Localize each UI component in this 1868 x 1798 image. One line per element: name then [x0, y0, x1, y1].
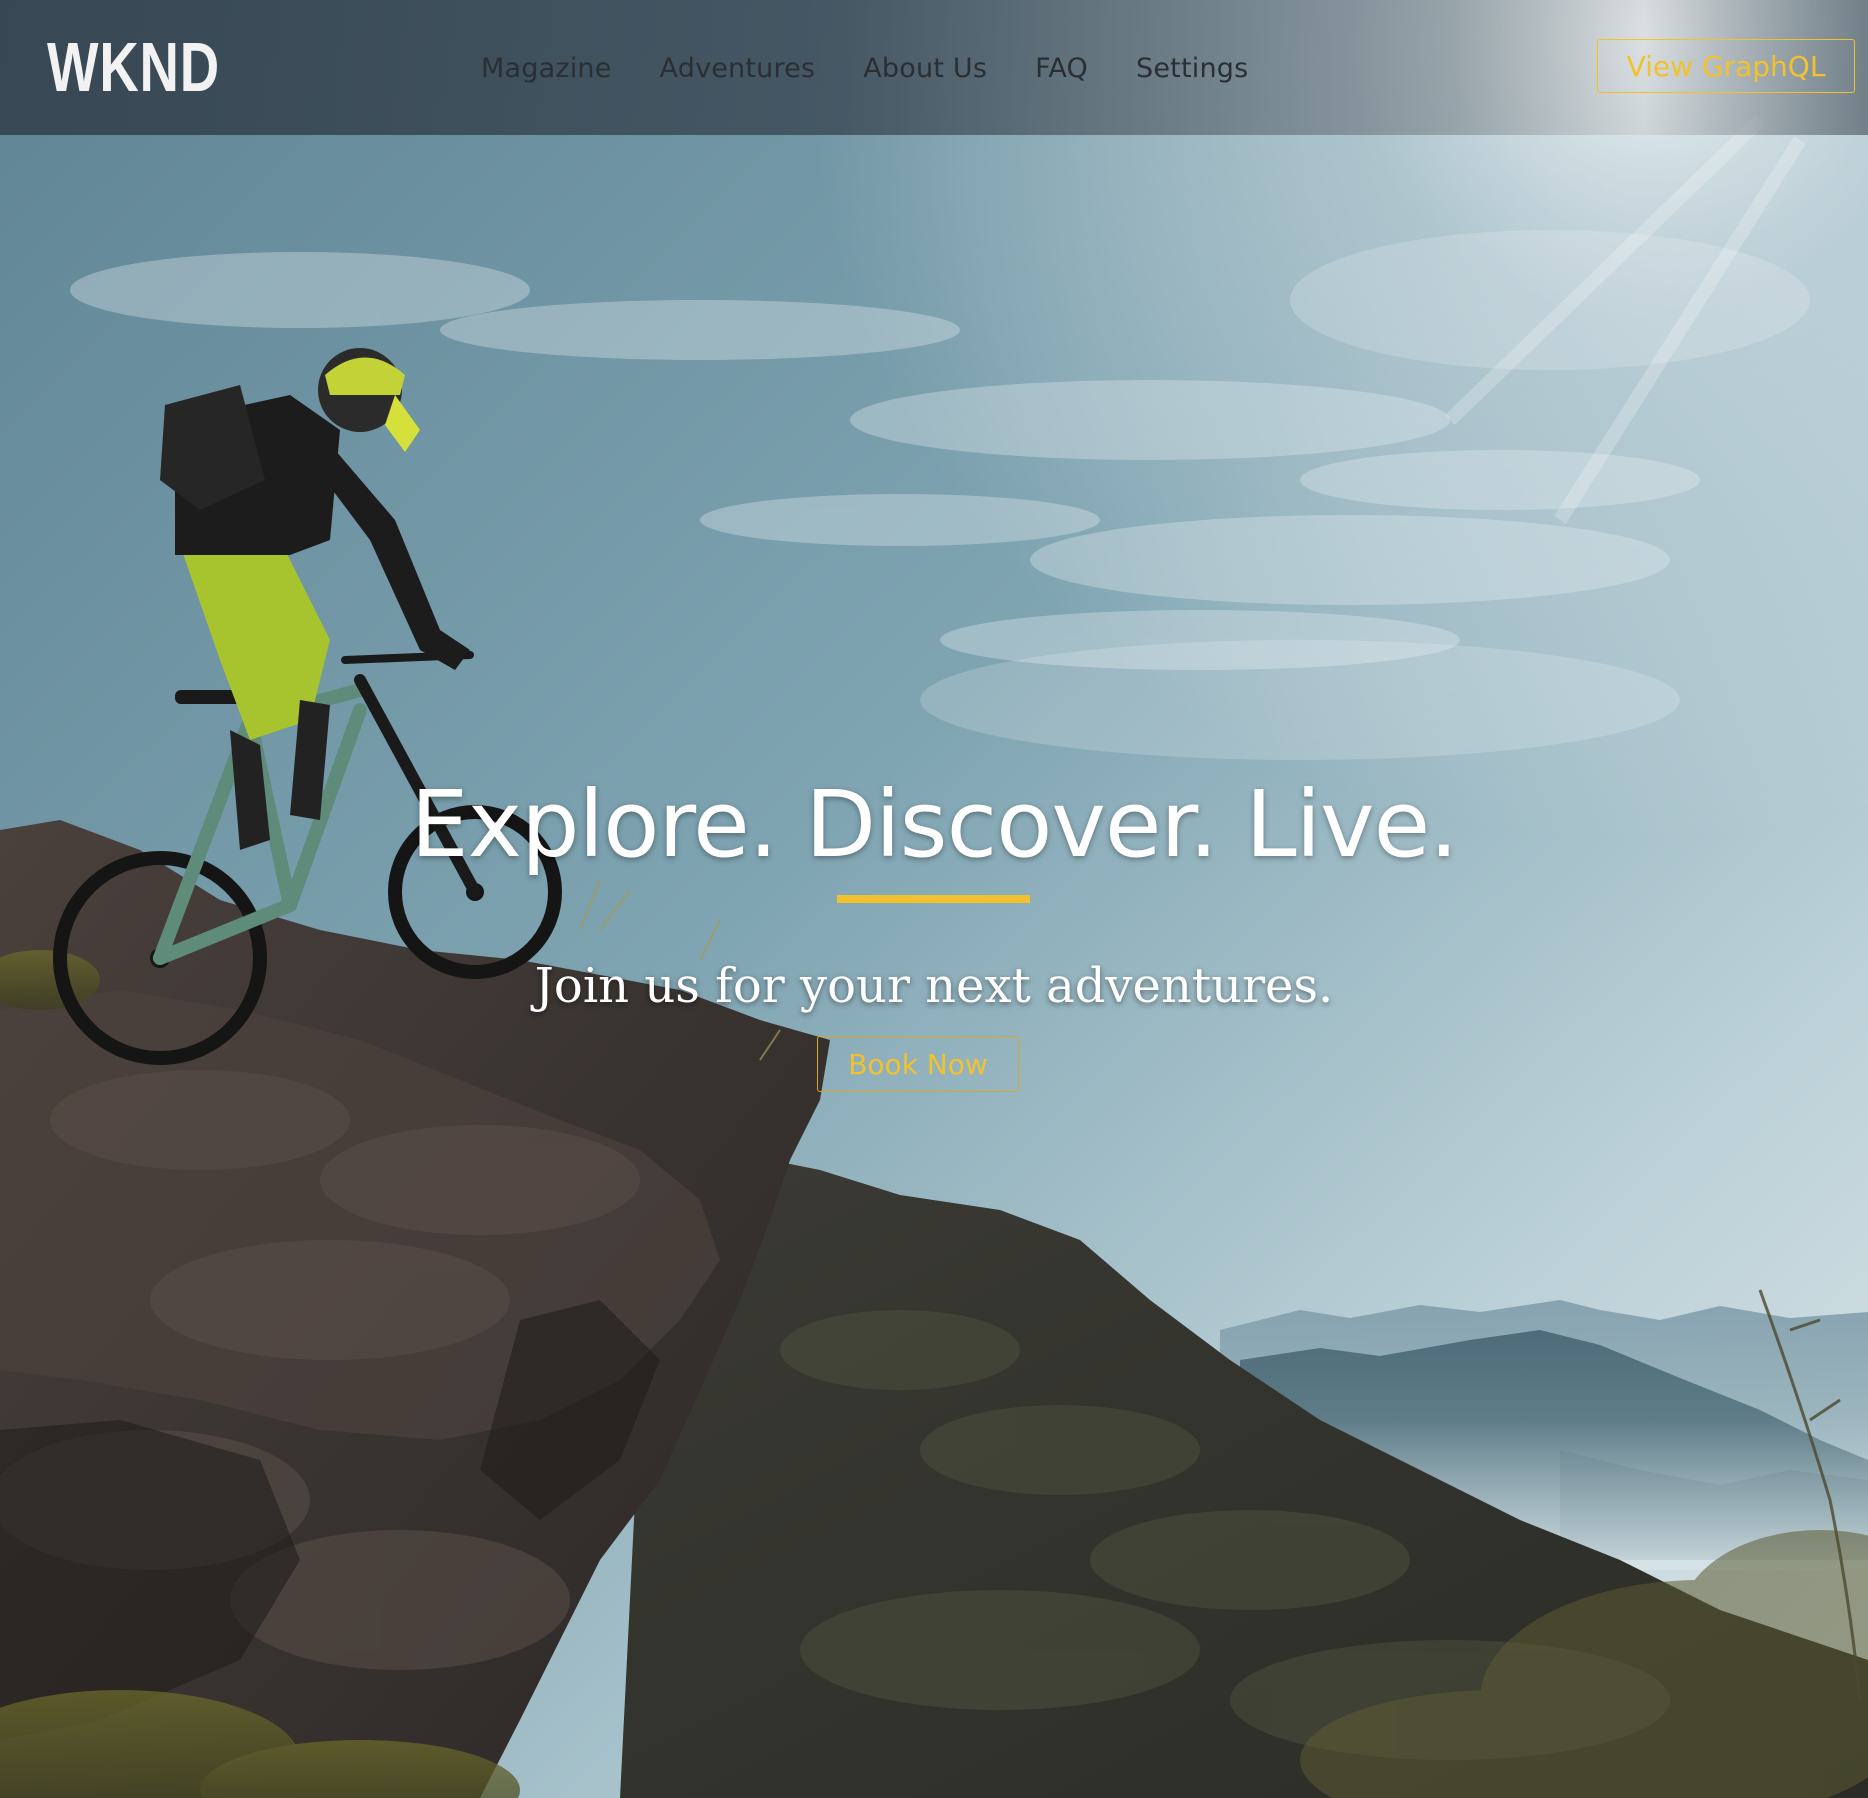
- site-header: WKND Magazine Adventures About Us FAQ Se…: [0, 0, 1868, 135]
- hero-title: Explore. Discover. Live.: [410, 771, 1459, 878]
- main-nav: Magazine Adventures About Us FAQ Setting…: [481, 44, 1296, 92]
- nav-item-faq[interactable]: FAQ: [1035, 53, 1088, 84]
- hero-subtitle: Join us for your next adventures.: [534, 958, 1334, 1014]
- nav-item-magazine[interactable]: Magazine: [481, 53, 612, 84]
- view-graphql-button[interactable]: View GraphQL: [1597, 39, 1855, 93]
- wknd-logo[interactable]: WKND: [47, 32, 220, 102]
- book-now-button[interactable]: Book Now: [817, 1036, 1019, 1092]
- nav-item-settings[interactable]: Settings: [1136, 53, 1248, 84]
- nav-item-about-us[interactable]: About Us: [863, 53, 987, 84]
- nav-item-adventures[interactable]: Adventures: [660, 53, 816, 84]
- hero-title-underline: [837, 895, 1030, 903]
